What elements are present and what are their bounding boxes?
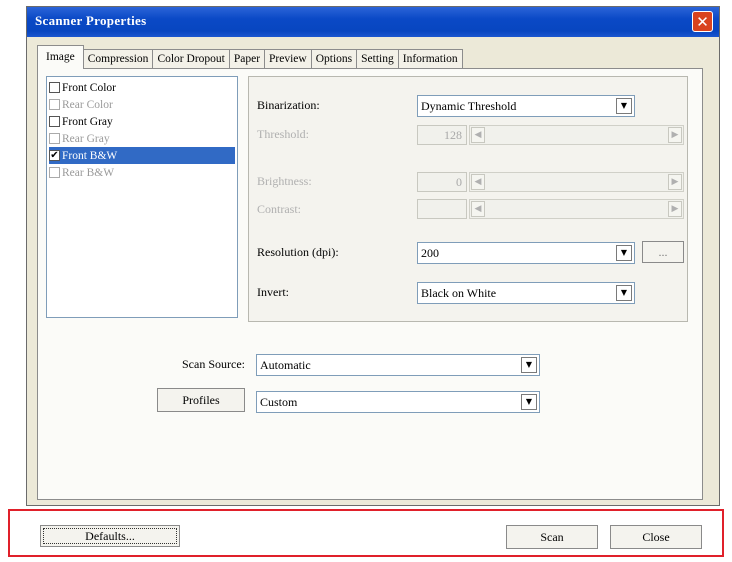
image-tab-page: Front Color Rear Color Front Gray Rear G… (37, 68, 703, 500)
invert-label: Invert: (257, 285, 289, 299)
list-item-rear-bw[interactable]: Rear B&W (49, 164, 235, 181)
list-item-front-bw[interactable]: ✔ Front B&W (49, 147, 235, 164)
profiles-button[interactable]: Profiles (157, 388, 245, 412)
contrast-label: Contrast: (257, 202, 301, 216)
image-type-list: Front Color Rear Color Front Gray Rear G… (46, 76, 238, 318)
list-item-rear-gray[interactable]: Rear Gray (49, 130, 235, 147)
checkbox-icon[interactable] (49, 133, 60, 144)
scan-source-value: Automatic (260, 358, 311, 372)
list-item-label: Front Color (62, 81, 116, 94)
highlight-box (8, 509, 724, 557)
tab-strip: Image Compression Color Dropout Paper Pr… (37, 45, 463, 69)
list-item-label: Rear Color (62, 98, 113, 111)
profiles-value: Custom (260, 395, 298, 409)
tab-color-dropout[interactable]: Color Dropout (152, 49, 230, 69)
checkbox-icon[interactable] (49, 99, 60, 110)
arrow-right-icon: ▶ (668, 127, 682, 143)
chevron-down-icon[interactable]: ▼ (616, 245, 632, 261)
invert-select[interactable]: Black on White ▼ (417, 282, 635, 304)
window-title: Scanner Properties (35, 13, 147, 28)
chevron-down-icon[interactable]: ▼ (521, 357, 537, 373)
list-item-label: Front B&W (62, 149, 118, 162)
resolution-value: 200 (421, 246, 439, 260)
checkbox-icon[interactable] (49, 167, 60, 178)
list-item-front-color[interactable]: Front Color (49, 79, 235, 96)
list-item-front-gray[interactable]: Front Gray (49, 113, 235, 130)
profiles-select[interactable]: Custom ▼ (256, 391, 540, 413)
list-item-rear-color[interactable]: Rear Color (49, 96, 235, 113)
brightness-value: 0 (417, 172, 467, 192)
arrow-left-icon: ◀ (471, 201, 485, 217)
tab-setting[interactable]: Setting (356, 49, 399, 69)
list-item-label: Rear B&W (62, 166, 115, 179)
tab-preview[interactable]: Preview (264, 49, 312, 69)
arrow-left-icon: ◀ (471, 127, 485, 143)
list-item-label: Rear Gray (62, 132, 110, 145)
title-bar[interactable]: Scanner Properties ✕ (27, 7, 719, 37)
resolution-select[interactable]: 200 ▼ (417, 242, 635, 264)
brightness-label: Brightness: (257, 174, 312, 188)
chevron-down-icon[interactable]: ▼ (616, 98, 632, 114)
chevron-down-icon[interactable]: ▼ (521, 394, 537, 410)
threshold-label: Threshold: (257, 127, 309, 141)
invert-value: Black on White (421, 286, 497, 300)
brightness-slider: ◀ ▶ (469, 172, 684, 192)
binarization-select[interactable]: Dynamic Threshold ▼ (417, 95, 635, 117)
tab-compression[interactable]: Compression (82, 49, 154, 69)
close-window-icon[interactable]: ✕ (692, 11, 713, 32)
checkbox-icon[interactable] (49, 82, 60, 93)
scanner-properties-dialog: Scanner Properties ✕ Image Compression C… (26, 6, 720, 506)
threshold-slider: ◀ ▶ (469, 125, 684, 145)
tab-image[interactable]: Image (37, 45, 84, 69)
threshold-value: 128 (417, 125, 467, 145)
arrow-left-icon: ◀ (471, 174, 485, 190)
checkbox-icon[interactable] (49, 116, 60, 127)
contrast-value (417, 199, 467, 219)
chevron-down-icon[interactable]: ▼ (616, 285, 632, 301)
list-item-label: Front Gray (62, 115, 113, 128)
contrast-slider: ◀ ▶ (469, 199, 684, 219)
tab-information[interactable]: Information (397, 49, 463, 69)
arrow-right-icon: ▶ (668, 174, 682, 190)
checkbox-checked-icon[interactable]: ✔ (49, 150, 60, 161)
resolution-label: Resolution (dpi): (257, 245, 339, 259)
tab-options[interactable]: Options (310, 49, 358, 69)
resolution-more-button[interactable]: ... (642, 241, 684, 263)
scan-source-label: Scan Source: (182, 357, 245, 371)
binarization-label: Binarization: (257, 98, 320, 112)
arrow-right-icon: ▶ (668, 201, 682, 217)
scan-source-select[interactable]: Automatic ▼ (256, 354, 540, 376)
binarization-value: Dynamic Threshold (421, 99, 517, 113)
image-settings-group: Binarization: Dynamic Threshold ▼ Thresh… (248, 76, 688, 322)
tab-paper[interactable]: Paper (228, 49, 266, 69)
